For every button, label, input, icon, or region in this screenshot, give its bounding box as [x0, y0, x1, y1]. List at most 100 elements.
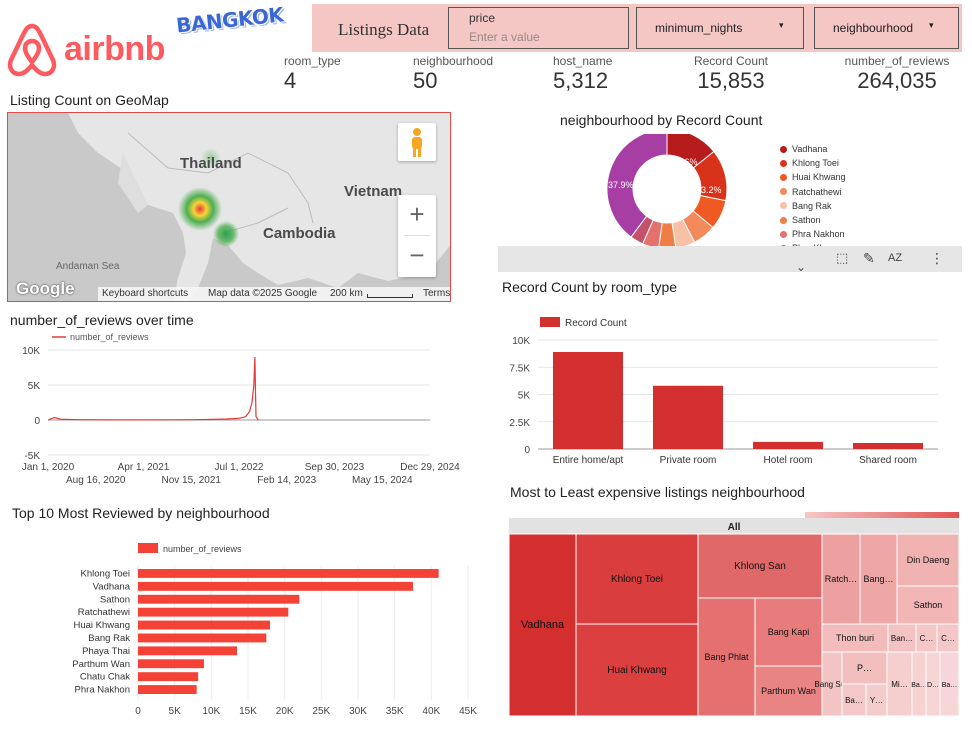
dropdown-label: minimum_nights: [655, 21, 743, 35]
x-tick-label: 20K: [276, 706, 294, 717]
price-filter[interactable]: price: [448, 7, 629, 49]
top10-bar-chart[interactable]: number_of_reviews 0 5K 10K 15K 20K 25K 30K 35K 40…: [6, 535, 486, 725]
donut-legend: Vadhana Khlong Toei Huai Khwang Ratchathewi…: [780, 142, 850, 256]
legend-item[interactable]: Vadhana: [780, 142, 850, 156]
airbnb-mark-icon: [7, 23, 57, 77]
legend-item[interactable]: Sathon: [780, 213, 850, 227]
treemap-cell-label: D…: [927, 682, 939, 689]
scorecard-value: 4: [284, 68, 297, 93]
terms-link[interactable]: Terms: [423, 288, 450, 299]
y-tick-label: Chatu Chak: [80, 672, 130, 683]
scorecard-value: 15,853: [697, 68, 765, 93]
zoom-out-icon[interactable]: −: [398, 236, 436, 276]
edit-icon[interactable]: ✎: [863, 250, 875, 267]
y-tick-label: Khlong Toei: [81, 569, 130, 580]
legend-dot: [780, 202, 787, 210]
legend-label: number_of_reviews: [70, 332, 149, 342]
filter-title: Listings Data: [338, 20, 430, 39]
zoom-control: + −: [398, 195, 436, 277]
treemap-cell-label: Khlong Toei: [611, 574, 663, 585]
x-tick-label: 25K: [312, 706, 330, 717]
legend-item[interactable]: Khlong Toei: [780, 156, 850, 170]
x-tick-label: Sep 30, 2023: [305, 462, 365, 473]
y-tick-label: 10K: [22, 346, 40, 357]
treemap-root-label: All: [728, 522, 741, 533]
treemap-cell-label: Ban…: [891, 634, 913, 643]
treemap-cell-label: Mi…: [891, 680, 907, 689]
legend-item[interactable]: Phra Nakhon: [780, 227, 850, 241]
y-tick-label: 10K: [512, 336, 530, 347]
y-tick-label: Ratchathewi: [78, 607, 130, 618]
reviews-line-chart[interactable]: number_of_reviews 10K 5K 0 -5KJan 1, 2020 Apr…: [6, 326, 466, 490]
treemap-cell-label: Thon buri: [836, 633, 874, 643]
bar: [753, 441, 823, 449]
bar: [138, 633, 267, 643]
map-scale-label: 200 km: [330, 288, 363, 299]
treemap-cell-label: P…: [857, 663, 872, 673]
scorecard-neighbourhood: neighbourhood 50: [413, 54, 493, 94]
treemap-cell-label: Ba…: [911, 682, 927, 689]
x-tick-label: Private room: [660, 455, 717, 466]
caret-down-icon: ▾: [779, 20, 784, 30]
treemap-cell-label: Bang…: [863, 574, 893, 584]
treemap-cell-label: Huai Khwang: [607, 665, 666, 676]
geo-map[interactable]: Thailand Vietnam Cambodia Andaman Sea + …: [7, 112, 451, 302]
bar: [138, 672, 199, 682]
more-icon[interactable]: ⋮: [930, 250, 944, 267]
treemap-cell-label: Din Daeng: [907, 555, 950, 565]
room-type-bar-chart[interactable]: Record Count 0 2.5K 5K 7.5K 10K Entire home/ap…: [498, 308, 948, 468]
legend-dot: [780, 145, 787, 153]
bar: [853, 443, 923, 449]
treemap-cell-label: C…: [920, 634, 934, 643]
scorecard-label: room_type: [284, 54, 341, 68]
neighbourhood-dropdown[interactable]: neighbourhood ▾: [814, 7, 959, 49]
room-type-title: Record Count by room_type: [502, 279, 678, 295]
x-tick-label: Aug 16, 2020: [66, 475, 126, 486]
caret-down-icon: ▾: [929, 20, 934, 30]
keyboard-shortcuts-link[interactable]: Keyboard shortcuts: [102, 288, 188, 299]
legend-label: Huai Khwang: [792, 172, 846, 183]
zoom-in-icon[interactable]: +: [398, 195, 436, 235]
y-tick-label: Bang Rak: [88, 633, 130, 644]
map-data-attribution: Map data ©2025 Google: [208, 288, 318, 299]
sort-icon[interactable]: AZ: [888, 252, 902, 264]
map-canvas[interactable]: [8, 113, 451, 302]
legend-label: Record Count: [565, 318, 627, 329]
treemap-cell-label: Parthum Wan: [761, 686, 816, 696]
select-icon[interactable]: ⬚: [836, 250, 848, 266]
y-tick-label: Phra Nakhon: [75, 685, 130, 696]
map-label-andaman-sea: Andaman Sea: [56, 261, 120, 272]
bar: [138, 581, 413, 591]
dropdown-label: neighbourhood: [833, 21, 914, 35]
x-tick-label: Jul 1, 2022: [215, 462, 264, 473]
treemap-title: Most to Least expensive listings neighbo…: [510, 484, 805, 500]
heatmap-pattaya: [213, 221, 239, 247]
x-tick-label: Nov 15, 2021: [162, 475, 222, 486]
bar: [138, 620, 270, 630]
legend-item[interactable]: Ratchathewi: [780, 185, 850, 199]
google-logo[interactable]: Google: [16, 279, 75, 299]
scorecard-label: host_name: [553, 54, 613, 68]
scorecard-label: neighbourhood: [413, 54, 494, 68]
x-tick-label: 40K: [422, 706, 440, 717]
x-tick-label: May 15, 2024: [352, 475, 413, 486]
slice-label-other: 37.9%: [608, 180, 634, 190]
bar: [138, 659, 204, 669]
map-scale-bar: [367, 294, 413, 298]
legend-dot: [780, 188, 787, 196]
legend-item[interactable]: Huai Khwang: [780, 170, 850, 184]
logo-text: airbnb: [64, 30, 165, 68]
map-label-vietnam: Vietnam: [344, 183, 403, 200]
scorecard-value: 264,035: [857, 68, 937, 93]
legend-item[interactable]: Bang Rak: [780, 199, 850, 213]
y-tick-label: Vadhana: [93, 581, 131, 592]
y-tick-label: 2.5K: [509, 418, 530, 429]
treemap-chart[interactable]: All Vadhana Khlong Toei Huai Khwang Khlong S…: [509, 518, 959, 718]
treemap-cell-label: Ba…: [942, 682, 958, 689]
chevron-down-icon[interactable]: ⌄: [796, 260, 806, 274]
minimum-nights-dropdown[interactable]: minimum_nights ▾: [636, 7, 804, 49]
y-tick-label: 7.5K: [509, 363, 530, 374]
price-input[interactable]: [469, 30, 619, 44]
x-tick-label: 30K: [349, 706, 367, 717]
pegman-icon[interactable]: [398, 123, 436, 161]
